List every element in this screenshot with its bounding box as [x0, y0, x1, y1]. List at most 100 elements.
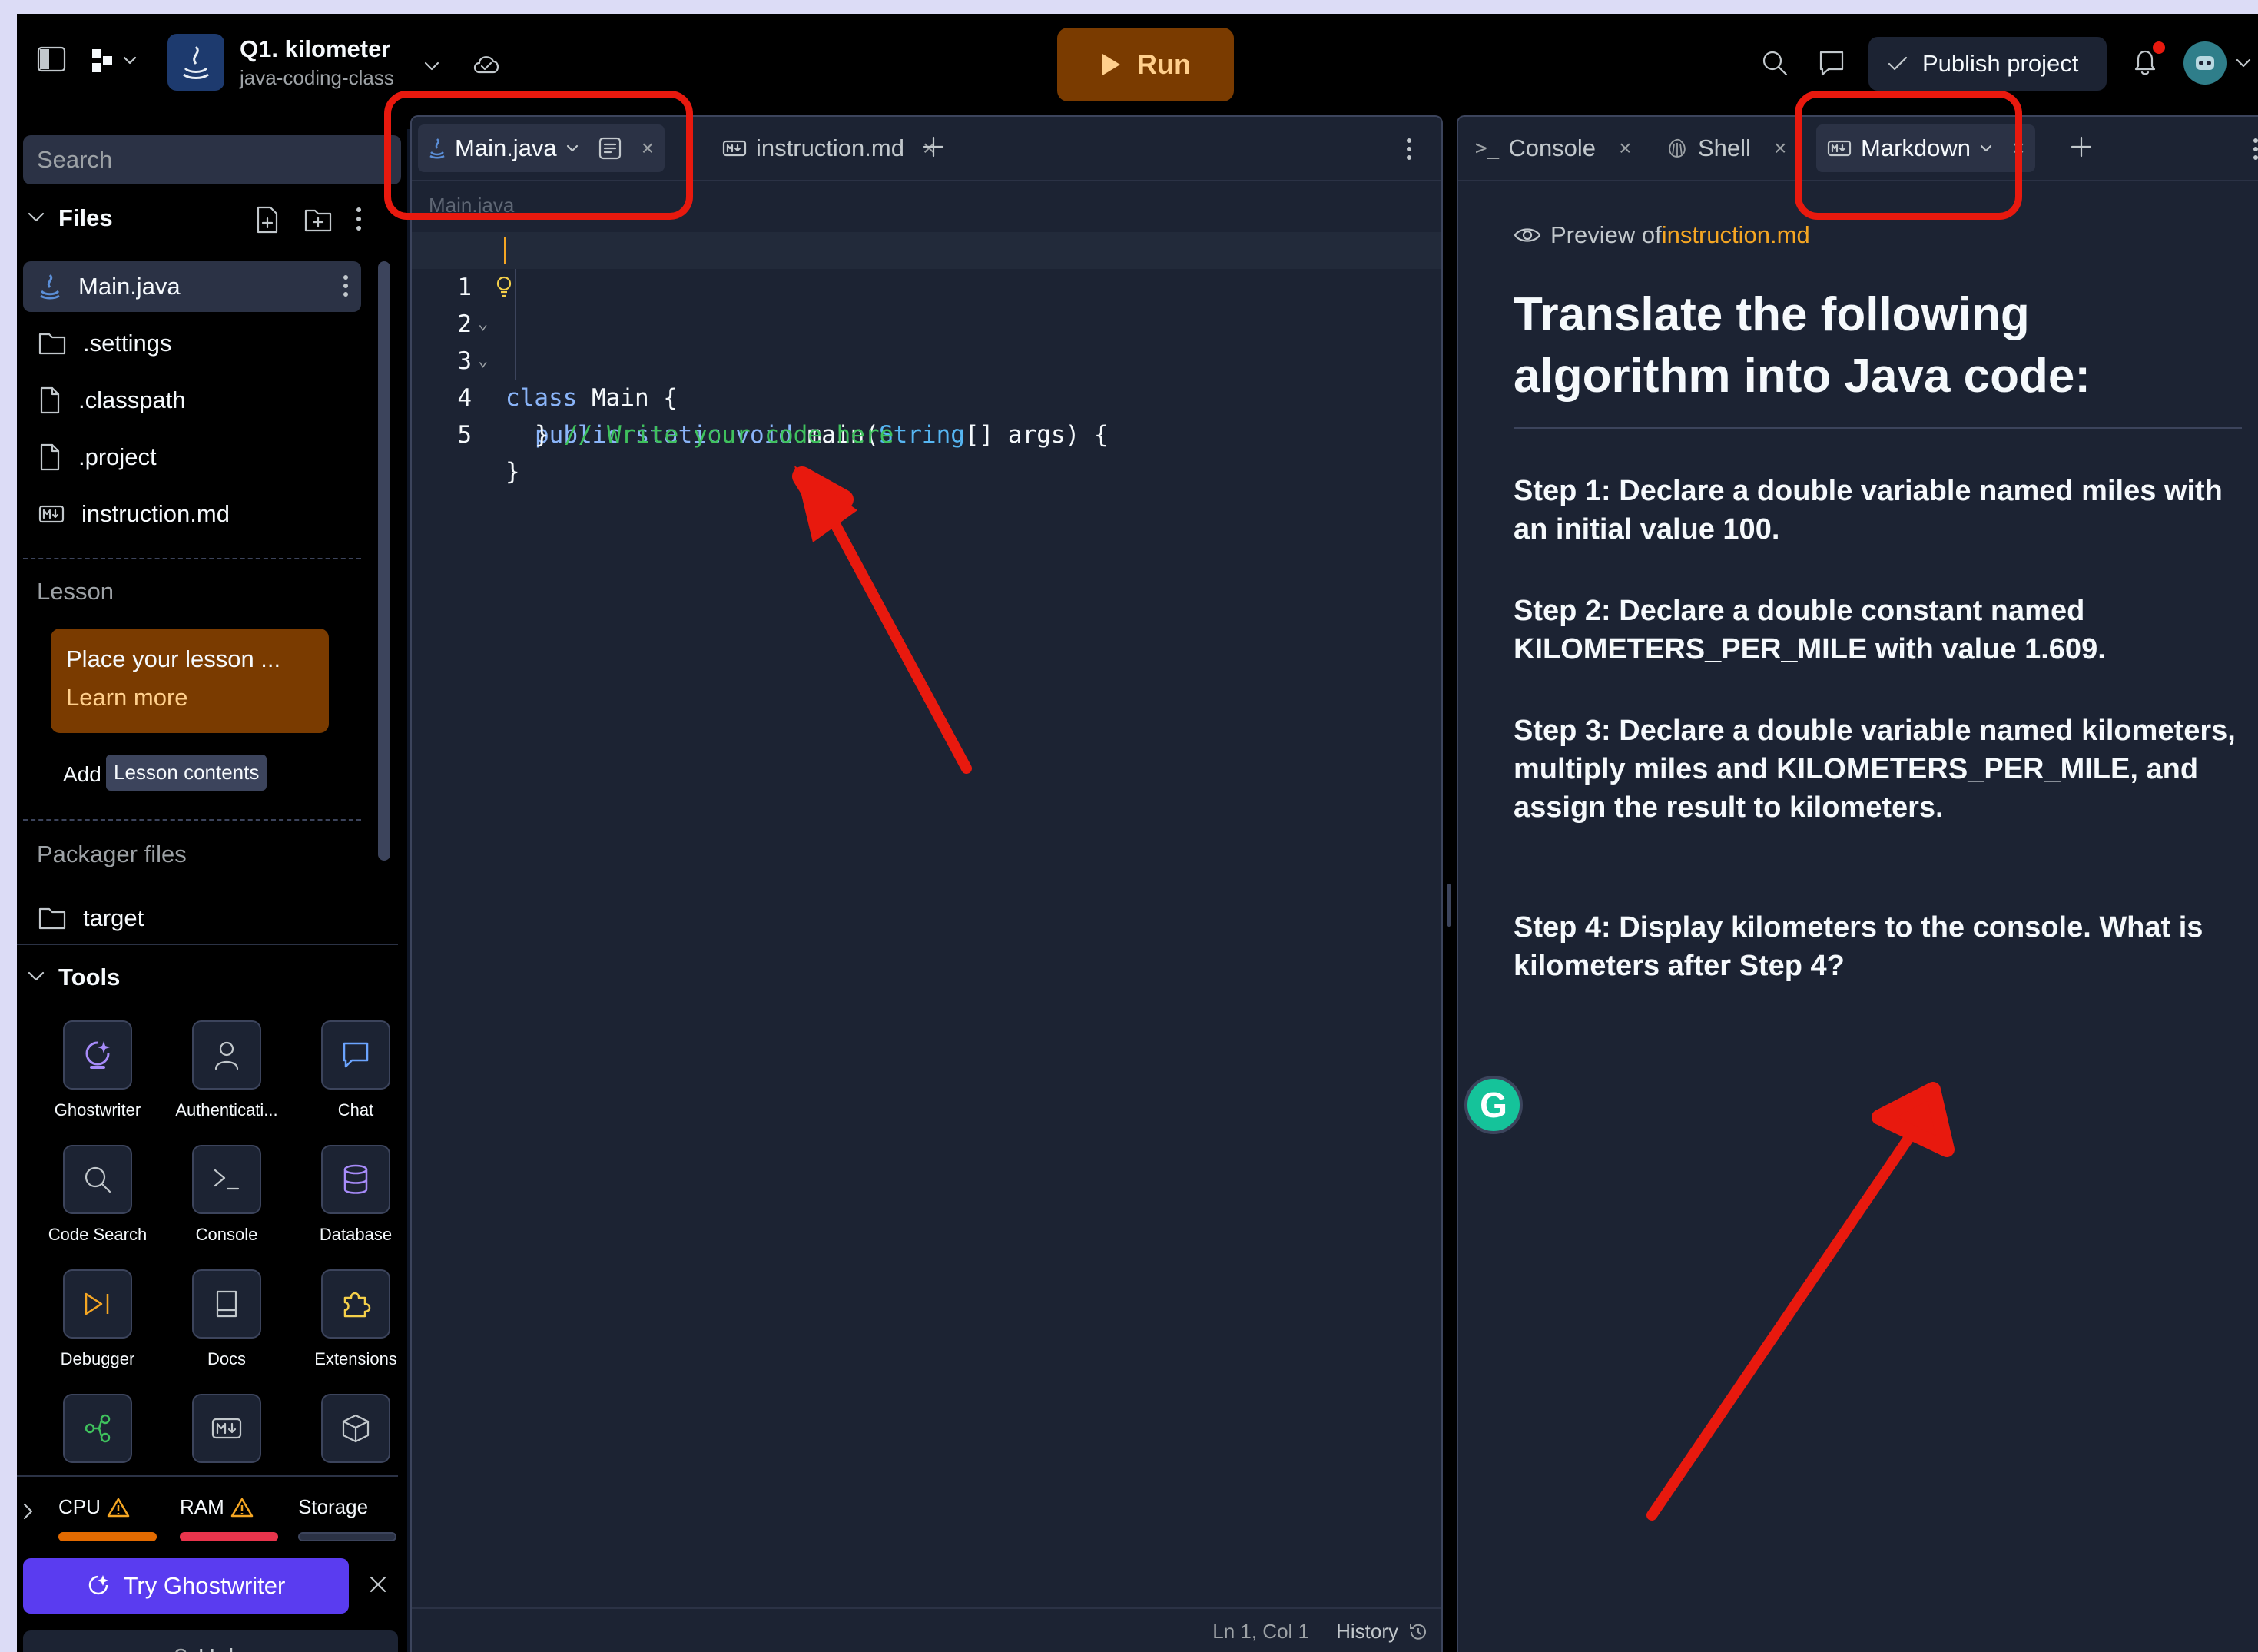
ram-meter — [180, 1532, 278, 1541]
terminal-icon: >_ — [1475, 137, 1500, 160]
step-1: Step 1: Declare a double variable named … — [1514, 475, 2223, 546]
workspace-menu[interactable] — [91, 48, 137, 74]
avatar[interactable] — [2183, 41, 2227, 85]
text-cursor — [504, 237, 506, 264]
learn-more-link[interactable]: Learn more — [66, 684, 313, 712]
search-icon[interactable] — [1761, 49, 1789, 77]
code-line: 5 } — [412, 380, 1441, 486]
tab-instruction-md[interactable]: instruction.md × — [711, 124, 946, 172]
check-icon — [1888, 56, 1908, 71]
tab-console[interactable]: >_ Console × — [1464, 124, 1642, 172]
search-placeholder: Search — [37, 146, 113, 173]
storage-label[interactable]: Storage — [298, 1495, 368, 1519]
new-file-icon[interactable] — [255, 206, 280, 234]
tool-chat[interactable]: Chat — [291, 1020, 420, 1120]
project-owner: java-coding-class — [240, 66, 394, 89]
more-vertical-icon[interactable] — [355, 206, 363, 232]
history-button[interactable]: History — [1336, 1620, 1398, 1644]
annotation-highlight-box — [1795, 91, 2022, 220]
cursor-position[interactable]: Ln 1, Col 1 — [1212, 1620, 1309, 1644]
replit-workspace: Q1. kilometer java-coding-class Run Publ… — [17, 14, 2258, 1652]
step-4: Step 4: Display kilometers to the consol… — [1514, 911, 2203, 982]
code-token: } — [506, 458, 520, 486]
warning-icon — [107, 1498, 130, 1517]
panel-resize-handle[interactable] — [1443, 115, 1457, 1652]
markdown-icon — [38, 505, 65, 523]
more-vertical-icon[interactable] — [343, 274, 349, 298]
tool-label: Chat — [337, 1100, 374, 1120]
project-name[interactable]: Q1. kilometer — [240, 35, 390, 63]
preview-header: Preview of instruction.md — [1514, 221, 1810, 249]
ram-indicator[interactable]: RAM — [180, 1495, 254, 1519]
tool-label: Database — [319, 1225, 393, 1244]
tab-label: instruction.md — [756, 134, 904, 161]
more-vertical-icon[interactable] — [2253, 137, 2258, 161]
tool-git[interactable] — [33, 1394, 162, 1463]
tool-markdown[interactable] — [162, 1394, 291, 1463]
storage-meter — [298, 1532, 396, 1541]
file-instruction-md[interactable]: instruction.md — [23, 489, 361, 539]
try-ghostwriter-label: Try Ghostwriter — [123, 1572, 286, 1599]
markdown-icon — [722, 140, 747, 157]
code-comment: // Write your code here — [564, 421, 894, 449]
sidebar-toggle-icon[interactable] — [37, 46, 66, 72]
tool-label: Extensions — [314, 1349, 397, 1368]
lightbulb-icon[interactable] — [495, 275, 513, 300]
tool-label: Ghostwriter — [54, 1100, 141, 1120]
tool-extensions[interactable]: Extensions — [291, 1269, 420, 1369]
cpu-label: CPU — [58, 1495, 101, 1518]
book-icon — [216, 1290, 237, 1318]
files-heading[interactable]: Files — [58, 204, 113, 232]
tool-label: Authenticati... — [175, 1100, 278, 1120]
java-logo-icon[interactable] — [167, 34, 224, 91]
file-settings[interactable]: .settings — [23, 318, 361, 369]
tool-code-search[interactable]: Code Search — [33, 1145, 162, 1245]
file-icon — [40, 443, 60, 471]
more-vertical-icon[interactable] — [1406, 137, 1412, 161]
add-tab-icon[interactable] — [2070, 135, 2093, 158]
lesson-add-button[interactable]: Add — [63, 762, 101, 787]
search-input[interactable]: Search — [23, 135, 401, 184]
publish-project-button[interactable]: Publish project — [1868, 37, 2107, 91]
chevron-right-icon[interactable] — [23, 1503, 34, 1520]
grammarly-icon[interactable]: G — [1464, 1076, 1523, 1134]
history-icon[interactable] — [1408, 1621, 1429, 1643]
close-icon[interactable] — [369, 1575, 387, 1594]
chevron-down-icon[interactable] — [424, 61, 439, 71]
close-tab-icon[interactable]: × — [1774, 136, 1786, 161]
tool-packages[interactable] — [291, 1394, 420, 1463]
comment-icon[interactable] — [1818, 49, 1845, 77]
chat-icon — [343, 1042, 369, 1068]
folder-target[interactable]: target — [23, 893, 361, 944]
cpu-indicator[interactable]: CPU — [58, 1495, 130, 1519]
preview-file-link[interactable]: instruction.md — [1662, 221, 1810, 249]
new-folder-icon[interactable] — [304, 207, 332, 232]
add-tab-icon[interactable] — [922, 135, 945, 158]
help-button[interactable]: ? Help — [23, 1630, 398, 1652]
file-main-java[interactable]: Main.java — [23, 261, 361, 312]
file-project[interactable]: .project — [23, 432, 361, 483]
chevron-down-icon[interactable] — [28, 971, 45, 982]
tools-heading[interactable]: Tools — [58, 964, 120, 991]
cpu-meter-fill — [58, 1532, 157, 1541]
packager-files-heading: Packager files — [37, 841, 187, 867]
git-icon — [85, 1414, 111, 1443]
tool-authentication[interactable]: Authenticati... — [162, 1020, 291, 1120]
try-ghostwriter-button[interactable]: Try Ghostwriter — [23, 1558, 349, 1614]
run-button[interactable]: Run — [1057, 28, 1234, 101]
file-classpath[interactable]: .classpath — [23, 375, 361, 426]
scrollbar[interactable] — [378, 261, 390, 861]
tool-console[interactable]: Console — [162, 1145, 291, 1245]
chevron-down-icon[interactable] — [28, 212, 45, 223]
tab-shell[interactable]: Shell × — [1655, 124, 1797, 172]
tool-docs[interactable]: Docs — [162, 1269, 291, 1369]
close-tab-icon[interactable]: × — [1619, 136, 1631, 161]
code-area[interactable]: 1 ⌄ class Main { 2 ⌄ public static void … — [412, 232, 1441, 486]
help-label: Help — [198, 1644, 247, 1652]
cloud-check-icon[interactable] — [472, 52, 501, 75]
tool-ghostwriter[interactable]: Ghostwriter — [33, 1020, 162, 1120]
chevron-down-icon[interactable] — [2236, 58, 2251, 68]
tool-database[interactable]: Database — [291, 1145, 420, 1245]
ghostwriter-icon — [85, 1041, 110, 1069]
tool-debugger[interactable]: Debugger — [33, 1269, 162, 1369]
